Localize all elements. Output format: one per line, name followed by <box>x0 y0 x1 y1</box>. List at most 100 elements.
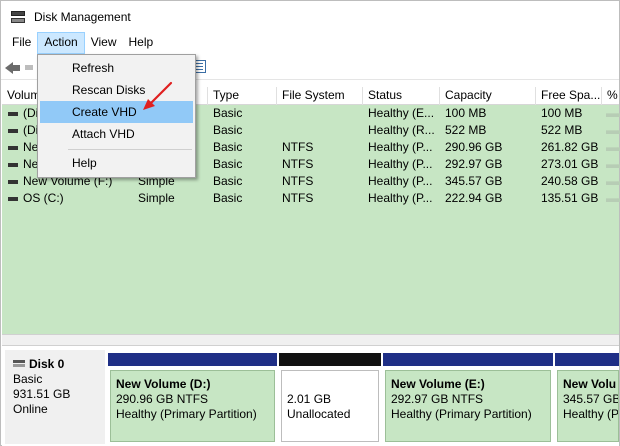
cell-free-space: 240.58 GB <box>541 174 599 188</box>
disk-0-label[interactable]: Disk 0 Basic 931.51 GB Online <box>5 350 105 444</box>
cell-volume: Ne <box>23 140 37 154</box>
partition-status: Healthy (Primary Partition) <box>116 407 257 421</box>
menu-file[interactable]: File <box>6 32 37 54</box>
title-bar: Disk Management <box>1 1 619 32</box>
cell-capacity: 522 MB <box>445 123 487 137</box>
column-file-system[interactable]: File System <box>277 87 363 105</box>
cell-status: Healthy (P... <box>368 174 433 188</box>
partition-size: 292.97 GB NTFS <box>391 392 484 406</box>
cell-file-system: NTFS <box>282 157 314 171</box>
partition-bar <box>555 353 619 366</box>
cell-volume: (Di <box>23 106 37 120</box>
volume-icon <box>8 163 18 167</box>
cell-percent-blurred: ▬▬ <box>606 123 620 137</box>
menu-separator <box>68 149 192 150</box>
cell-file-system: NTFS <box>282 140 314 154</box>
cell-layout: Simple <box>138 191 175 205</box>
cell-free-space: 135.51 GB <box>541 191 599 205</box>
partition-body: New Volume (D:) 290.96 GB NTFS Healthy (… <box>110 370 275 442</box>
partition-body: 2.01 GB Unallocated <box>281 370 379 442</box>
volume-icon <box>8 146 18 150</box>
cell-percent-blurred: ▬▬ <box>606 157 620 171</box>
forward-arrow-icon[interactable] <box>25 65 33 70</box>
cell-type: Basic <box>213 140 243 154</box>
partition-unallocated[interactable]: 2.01 GB Unallocated <box>279 353 381 444</box>
partition-body: New Volume (E:) 292.97 GB NTFS Healthy (… <box>385 370 551 442</box>
disk-status: Online <box>13 402 48 416</box>
cell-status: Healthy (E... <box>368 106 435 120</box>
partition-bar <box>108 353 277 366</box>
menu-item-help[interactable]: Help <box>40 152 193 174</box>
cell-file-system: NTFS <box>282 174 314 188</box>
cell-volume: OS (C:) <box>23 191 64 205</box>
menu-bar: File Action View Help <box>1 32 619 54</box>
column-percent-free[interactable]: % <box>602 87 619 105</box>
partition-size: 345.57 GB <box>563 392 619 406</box>
menu-item-attach-vhd[interactable]: Attach VHD <box>40 123 193 145</box>
cell-type: Basic <box>213 157 243 171</box>
cell-status: Healthy (P... <box>368 191 433 205</box>
cell-volume: (Di <box>23 123 37 137</box>
cell-capacity: 100 MB <box>445 106 487 120</box>
red-arrow-annotation-icon <box>143 81 173 110</box>
partition-body: New Volu 345.57 GB Healthy (P <box>557 370 619 442</box>
column-free-space[interactable]: Free Spa... <box>536 87 602 105</box>
menu-action[interactable]: Action <box>37 32 85 54</box>
window-title: Disk Management <box>34 9 131 24</box>
menu-item-refresh[interactable]: Refresh <box>40 57 193 79</box>
cell-capacity: 345.57 GB <box>445 174 503 188</box>
cell-volume: Ne <box>23 157 37 171</box>
partition-bar <box>383 353 553 366</box>
partition-name: New Volu <box>563 377 617 391</box>
partition-d[interactable]: New Volume (D:) 290.96 GB NTFS Healthy (… <box>108 353 277 444</box>
cell-free-space: 522 MB <box>541 123 583 137</box>
cell-percent-blurred: ▬▬ <box>606 191 620 205</box>
cell-type: Basic <box>213 123 243 137</box>
cell-file-system: NTFS <box>282 191 314 205</box>
cell-status: Healthy (P... <box>368 157 433 171</box>
volume-icon <box>8 180 18 184</box>
disk-icon <box>13 360 25 368</box>
menu-view[interactable]: View <box>85 32 123 54</box>
back-arrow-icon[interactable] <box>5 60 21 74</box>
partition-bar <box>279 353 381 366</box>
partition-name: New Volume (D:) <box>116 377 211 391</box>
partition-status: Healthy (Primary Partition) <box>391 407 532 421</box>
column-status[interactable]: Status <box>363 87 440 105</box>
cell-percent-blurred: ▬▬ <box>606 174 620 188</box>
table-row[interactable]: OS (C:) Simple Basic NTFS Healthy (P... … <box>2 190 620 207</box>
disk-graphical-view: Disk 0 Basic 931.51 GB Online New Volume… <box>2 346 619 446</box>
pane-splitter[interactable] <box>2 334 619 346</box>
volume-icon <box>8 129 18 133</box>
disk-name: Disk 0 <box>29 357 65 371</box>
disk-size: 931.51 GB <box>13 387 71 401</box>
cell-capacity: 292.97 GB <box>445 157 503 171</box>
cell-capacity: 222.94 GB <box>445 191 503 205</box>
cell-free-space: 261.82 GB <box>541 140 599 154</box>
disk-management-app-icon <box>10 9 26 25</box>
column-type[interactable]: Type <box>208 87 277 105</box>
cell-type: Basic <box>213 174 243 188</box>
cell-percent-blurred: ▬▬ <box>606 140 620 154</box>
partition-f[interactable]: New Volu 345.57 GB Healthy (P <box>555 353 619 444</box>
partition-name <box>287 377 378 392</box>
column-volume[interactable]: Volume <box>2 87 40 105</box>
cell-capacity: 290.96 GB <box>445 140 503 154</box>
action-menu-dropdown: Refresh Rescan Disks Create VHD Attach V… <box>37 54 196 178</box>
cell-type: Basic <box>213 191 243 205</box>
partition-status: Unallocated <box>287 407 351 421</box>
menu-help[interactable]: Help <box>123 32 160 54</box>
disk-management-window: Disk Management File Action View Help Vo… <box>0 0 620 446</box>
cell-free-space: 273.01 GB <box>541 157 599 171</box>
cell-free-space: 100 MB <box>541 106 583 120</box>
partition-e[interactable]: New Volume (E:) 292.97 GB NTFS Healthy (… <box>383 353 553 444</box>
volume-icon <box>8 197 18 201</box>
cell-percent-blurred: ▬▬ <box>606 106 620 120</box>
disk-type: Basic <box>13 372 43 386</box>
cell-status: Healthy (P... <box>368 140 433 154</box>
column-capacity[interactable]: Capacity <box>440 87 536 105</box>
partition-status: Healthy (P <box>563 407 619 421</box>
volume-icon <box>8 112 18 116</box>
partition-size: 2.01 GB <box>287 392 332 406</box>
partition-name: New Volume (E:) <box>391 377 485 391</box>
